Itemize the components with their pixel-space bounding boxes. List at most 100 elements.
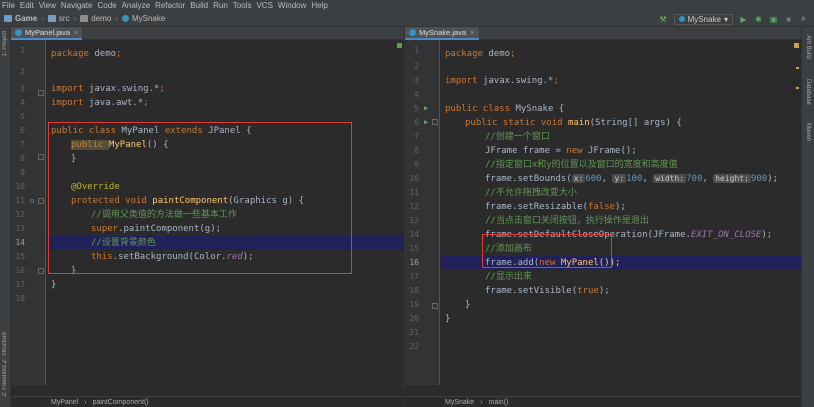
line-number: 16 — [15, 266, 25, 275]
breadcrumb-method[interactable]: paintComponent() — [93, 399, 149, 406]
debug-icon[interactable]: ✱ — [754, 15, 763, 24]
line-number: 11 — [15, 196, 25, 205]
line-number: 19 — [409, 300, 419, 309]
line-number: 7 — [414, 132, 419, 141]
code-line: //创建一个窗口 — [485, 132, 550, 142]
fold-icon[interactable] — [432, 303, 438, 309]
breadcrumb-project[interactable]: Game — [4, 14, 37, 23]
class-icon — [678, 16, 685, 22]
breadcrumb-class[interactable]: MySnake — [121, 14, 166, 23]
tab-label: MyPanel.java — [25, 28, 71, 37]
menu-navigate[interactable]: Navigate — [61, 1, 93, 10]
fold-icon[interactable] — [38, 154, 44, 160]
code-line: } — [465, 300, 471, 310]
menu-vcs[interactable]: VCS — [256, 1, 272, 10]
editor-tab-bar: MyPanel.java × — [11, 27, 404, 40]
search-icon[interactable]: ⌕ — [799, 14, 808, 24]
override-icon[interactable]: o — [30, 198, 36, 205]
class-icon — [121, 15, 129, 22]
breadcrumb-label: MySnake — [131, 14, 166, 23]
menu-analyze[interactable]: Analyze — [122, 1, 150, 10]
ant-build-tab[interactable]: Ant Build — [805, 35, 811, 59]
run-gutter-icon[interactable]: ▶ — [424, 105, 430, 112]
menu-build[interactable]: Build — [190, 1, 208, 10]
structure-tab[interactable]: Z: Structure — [2, 332, 8, 363]
warning-marker[interactable] — [796, 67, 799, 69]
breadcrumb-class[interactable]: MySnake — [445, 399, 474, 406]
code-line: } — [51, 280, 57, 290]
line-number: 3 — [414, 76, 419, 85]
line-number: 5 — [20, 112, 25, 121]
menu-run[interactable]: Run — [213, 1, 228, 10]
line-number: 8 — [414, 146, 419, 155]
fold-icon[interactable] — [38, 268, 44, 274]
line-number: 15 — [409, 244, 419, 253]
line-number: 13 — [409, 216, 419, 225]
menu-window[interactable]: Window — [278, 1, 306, 10]
line-number: 5 — [414, 104, 419, 113]
editor-pane-mypanel: MyPanel.java × 1 2 3 4 5 6 7 8 9 10 11 1… — [11, 27, 404, 407]
favorites-tab[interactable]: 2: Favorites — [2, 365, 8, 396]
line-number: 10 — [15, 182, 25, 191]
line-number: 17 — [15, 280, 25, 289]
code-line: //不允许拖拽改变大小 — [485, 188, 577, 198]
project-tab[interactable]: 1: Project — [2, 31, 8, 56]
line-number: 9 — [414, 160, 419, 169]
code-area[interactable]: package demo; import javax.swing.*; impo… — [47, 40, 404, 385]
breadcrumb-class[interactable]: MyPanel — [51, 399, 78, 406]
line-number: 12 — [15, 210, 25, 219]
line-number: 7 — [20, 140, 25, 149]
param-hint: width: — [653, 174, 687, 183]
close-icon[interactable]: × — [74, 28, 78, 37]
menu-code[interactable]: Code — [97, 1, 116, 10]
class-icon — [15, 29, 22, 36]
fold-icon[interactable] — [38, 198, 44, 204]
line-number: 8 — [20, 154, 25, 163]
line-gutter[interactable]: 1 2 3 4 5 6 7 8 9 10 11 12 13 14 15 16 1… — [11, 40, 46, 385]
breadcrumb-method[interactable]: main() — [489, 399, 509, 406]
inspection-ok-icon — [397, 43, 402, 48]
tab-mysnake[interactable]: MySnake.java × — [405, 27, 479, 40]
menu-bar: File Edit View Navigate Code Analyze Ref… — [0, 0, 814, 11]
line-number: 2 — [20, 67, 25, 76]
stop-icon[interactable]: ■ — [784, 15, 793, 24]
hammer-icon[interactable]: ⚒ — [659, 15, 668, 24]
breadcrumb-demo[interactable]: demo — [80, 14, 111, 23]
line-number: 16 — [409, 258, 419, 267]
warning-marker[interactable] — [796, 87, 799, 89]
line-number: 14 — [15, 238, 25, 247]
menu-file[interactable]: File — [2, 1, 15, 10]
breadcrumb-src[interactable]: src — [47, 14, 70, 23]
run-gutter-icon[interactable]: ▶ — [424, 119, 430, 126]
close-icon[interactable]: × — [470, 28, 474, 37]
menu-view[interactable]: View — [39, 1, 56, 10]
right-tool-window-bar: Ant Build Database Maven — [801, 27, 814, 407]
line-number: 2 — [414, 62, 419, 71]
menu-help[interactable]: Help — [311, 1, 327, 10]
code-line: import java.awt.*; — [51, 98, 149, 108]
database-tab[interactable]: Database — [805, 79, 811, 105]
fold-icon[interactable] — [38, 90, 44, 96]
line-number: 14 — [409, 230, 419, 239]
code-line: public class MySnake { — [445, 104, 565, 114]
line-number: 1 — [414, 46, 419, 55]
param-hint: y: — [612, 174, 627, 183]
menu-refactor[interactable]: Refactor — [155, 1, 185, 10]
run-config-select[interactable]: MySnake ▾ — [673, 13, 733, 25]
line-number: 6 — [20, 126, 25, 135]
code-line: //显示出来 — [485, 272, 532, 282]
code-area[interactable]: package demo; import javax.swing.*; publ… — [441, 40, 801, 385]
param-hint: x: — [571, 174, 586, 183]
inspection-warning-icon — [794, 43, 799, 48]
coverage-icon[interactable]: ▣ — [769, 15, 778, 24]
menu-edit[interactable]: Edit — [20, 1, 34, 10]
menu-tools[interactable]: Tools — [233, 1, 252, 10]
code-line: import javax.swing.*; — [445, 76, 559, 86]
line-gutter[interactable]: 1 2 3 4 5 6 7 8 9 10 11 12 13 14 15 16 1… — [405, 40, 454, 385]
maven-tab[interactable]: Maven — [805, 123, 811, 141]
run-icon[interactable]: ▶ — [739, 15, 748, 24]
line-number: 10 — [409, 174, 419, 183]
tab-mypanel[interactable]: MyPanel.java × — [11, 27, 83, 40]
fold-icon[interactable] — [432, 119, 438, 125]
line-number: 9 — [20, 168, 25, 177]
